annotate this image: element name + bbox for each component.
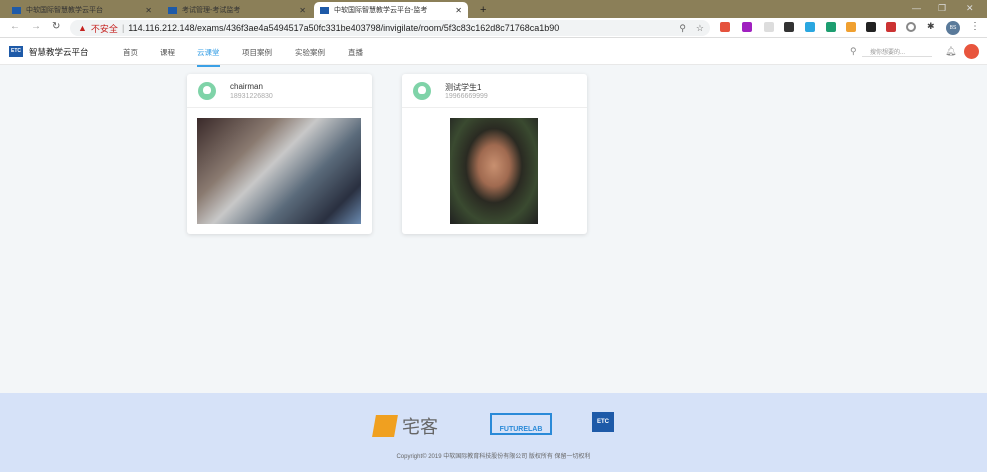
search-input[interactable]: 搜你想要的... bbox=[862, 47, 932, 57]
student-avatar bbox=[198, 82, 216, 100]
search-icon[interactable]: ⚲ bbox=[850, 46, 857, 57]
extension-icon[interactable] bbox=[784, 22, 794, 32]
extension-icon[interactable] bbox=[805, 22, 815, 32]
new-tab-button[interactable]: + bbox=[474, 2, 492, 18]
favicon-icon bbox=[320, 6, 329, 14]
back-icon[interactable]: ← bbox=[10, 21, 20, 32]
favicon-icon bbox=[168, 6, 177, 14]
student-phone: 19966669999 bbox=[445, 93, 488, 100]
extension-icon[interactable] bbox=[886, 22, 896, 32]
partner-logo-futurelab: FUTURELAB bbox=[490, 413, 552, 435]
extension-icon[interactable] bbox=[826, 22, 836, 32]
extension-icon[interactable] bbox=[720, 22, 730, 32]
close-window-icon[interactable]: ✕ bbox=[966, 3, 974, 14]
warning-icon: ▲ bbox=[78, 23, 87, 33]
extension-icon[interactable] bbox=[866, 22, 876, 32]
menu-icon[interactable]: ⋮ bbox=[970, 21, 980, 32]
reload-icon[interactable]: ↻ bbox=[52, 21, 60, 32]
extension-icon[interactable] bbox=[906, 22, 916, 32]
partner-logo-zhaike: 宅客 bbox=[372, 413, 438, 439]
nav-home[interactable]: 首页 bbox=[123, 47, 138, 58]
zoom-icon[interactable]: ⚲ bbox=[679, 23, 686, 34]
close-tab-icon[interactable]: ✕ bbox=[455, 6, 462, 15]
copyright: Copyright© 2019 中软国际教育科技股份有限公司 版权所有 保留一切… bbox=[396, 454, 591, 460]
url-text: 114.116.212.148/exams/436f3ae4a5494517a5… bbox=[128, 23, 560, 33]
browser-tab-active[interactable]: 中软国际智慧教学云平台-监考 ✕ bbox=[314, 2, 468, 18]
maximize-icon[interactable]: ❐ bbox=[938, 3, 946, 14]
close-tab-icon[interactable]: ✕ bbox=[145, 6, 152, 15]
student-name: 测试学生1 bbox=[445, 83, 482, 92]
user-avatar[interactable] bbox=[964, 44, 979, 59]
extension-icon[interactable] bbox=[742, 22, 752, 32]
extension-icon[interactable] bbox=[846, 22, 856, 32]
nav-projects[interactable]: 项目案例 bbox=[242, 47, 272, 58]
nav-courses[interactable]: 课程 bbox=[160, 47, 175, 58]
student-phone: 18931226830 bbox=[230, 93, 273, 100]
forward-icon[interactable]: → bbox=[31, 21, 41, 32]
url-input[interactable]: ▲ 不安全 | 114.116.212.148/exams/436f3ae4a5… bbox=[70, 20, 710, 36]
address-bar-row: ← → ↻ ▲ 不安全 | 114.116.212.148/exams/436f… bbox=[0, 18, 987, 38]
site-logo[interactable]: ETC bbox=[9, 46, 23, 57]
bookmark-star-icon[interactable]: ☆ bbox=[696, 23, 704, 34]
browser-tab[interactable]: 中软国际智慧教学云平台 ✕ bbox=[6, 2, 158, 18]
zhaike-logo-icon bbox=[372, 415, 398, 437]
student-card: chairman 18931226830 bbox=[187, 74, 372, 234]
profile-avatar[interactable]: BS bbox=[946, 21, 960, 35]
footer: 宅客 FUTURELAB ETC Copyright© 2019 中软国际教育科… bbox=[0, 393, 987, 472]
nav-live[interactable]: 直播 bbox=[348, 47, 363, 58]
extension-icon[interactable] bbox=[764, 22, 774, 32]
student-name: chairman bbox=[230, 82, 263, 91]
minimize-icon[interactable]: — bbox=[912, 3, 921, 13]
bell-icon[interactable]: 🔔︎ bbox=[945, 46, 956, 57]
puzzle-icon[interactable]: ✱ bbox=[927, 21, 935, 32]
webcam-feed bbox=[197, 118, 361, 224]
partner-logo-etc: ETC bbox=[592, 412, 614, 432]
browser-tab[interactable]: 考试管理-考试监考 ✕ bbox=[162, 2, 312, 18]
nav-cloud-classroom[interactable]: 云课堂 bbox=[197, 47, 220, 67]
student-card: 测试学生1 19966669999 bbox=[402, 74, 587, 234]
security-label: 不安全 bbox=[90, 23, 118, 34]
brand-name: 智慧教学云平台 bbox=[29, 47, 89, 57]
student-avatar bbox=[413, 82, 431, 100]
favicon-icon bbox=[12, 6, 21, 14]
nav-labs[interactable]: 实验案例 bbox=[295, 47, 325, 58]
close-tab-icon[interactable]: ✕ bbox=[299, 6, 306, 15]
site-header: ETC 智慧教学云平台 首页 课程 云课堂 项目案例 实验案例 直播 ⚲ 搜你想… bbox=[0, 38, 987, 67]
webcam-feed bbox=[450, 118, 538, 224]
browser-tab-bar: 中软国际智慧教学云平台 ✕ 考试管理-考试监考 ✕ 中软国际智慧教学云平台-监考 ✕ … bbox=[0, 0, 987, 18]
